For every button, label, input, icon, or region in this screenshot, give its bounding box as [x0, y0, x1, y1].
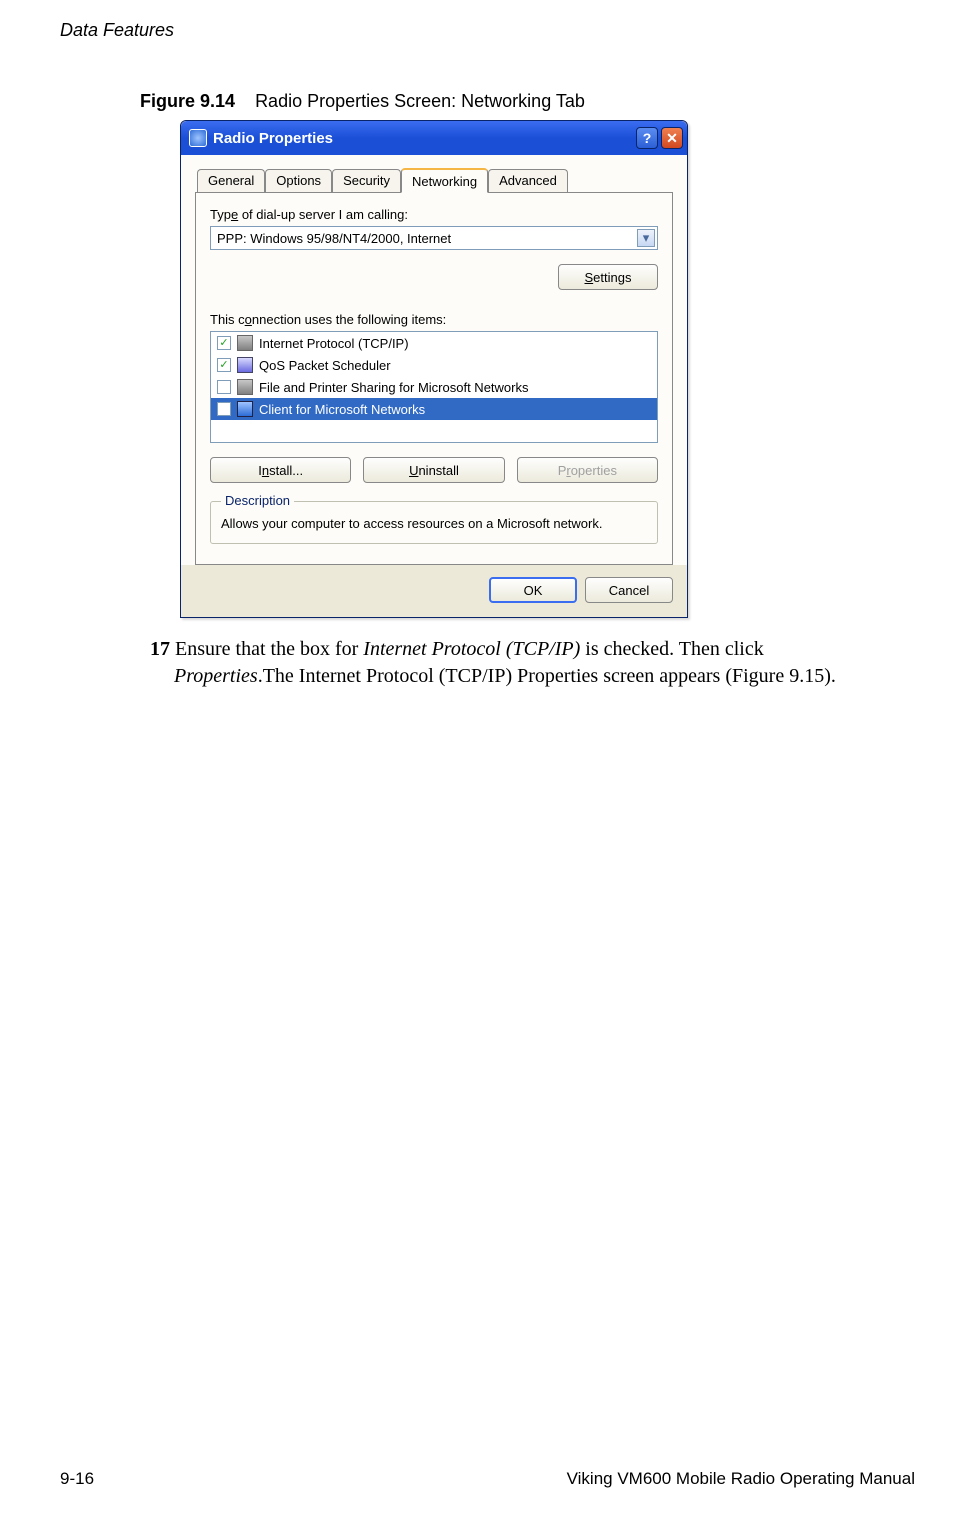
- figure-caption: Figure 9.14 Radio Properties Screen: Net…: [140, 91, 915, 112]
- scheduler-icon: [237, 357, 253, 373]
- checkbox-qos[interactable]: ✓: [217, 358, 231, 372]
- close-button[interactable]: ✕: [661, 127, 683, 149]
- description-text: Allows your computer to access resources…: [221, 516, 647, 531]
- server-type-dropdown[interactable]: PPP: Windows 95/98/NT4/2000, Internet ▾: [210, 226, 658, 250]
- install-button[interactable]: Install...: [210, 457, 351, 483]
- checkbox-client[interactable]: [217, 402, 231, 416]
- tab-security[interactable]: Security: [332, 169, 401, 193]
- ok-button[interactable]: OK: [489, 577, 577, 603]
- titlebar[interactable]: Radio Properties ? ✕: [181, 121, 687, 155]
- settings-button[interactable]: Settings: [558, 264, 658, 290]
- items-label: This connection uses the following items…: [210, 312, 658, 327]
- app-icon: [189, 129, 207, 147]
- tab-networking[interactable]: Networking: [401, 168, 488, 193]
- tab-advanced[interactable]: Advanced: [488, 169, 568, 193]
- manual-title: Viking VM600 Mobile Radio Operating Manu…: [567, 1469, 915, 1489]
- checkbox-fileprint[interactable]: [217, 380, 231, 394]
- dialog-footer: OK Cancel: [181, 565, 687, 617]
- help-button[interactable]: ?: [636, 127, 658, 149]
- list-item-label: QoS Packet Scheduler: [259, 358, 391, 373]
- properties-button[interactable]: Properties: [517, 457, 658, 483]
- cancel-button[interactable]: Cancel: [585, 577, 673, 603]
- list-item-qos[interactable]: ✓ QoS Packet Scheduler: [211, 354, 657, 376]
- list-item-label: Internet Protocol (TCP/IP): [259, 336, 409, 351]
- share-icon: [237, 379, 253, 395]
- list-item-label: Client for Microsoft Networks: [259, 402, 425, 417]
- tab-general[interactable]: General: [197, 169, 265, 193]
- description-group: Description Allows your computer to acce…: [210, 501, 658, 544]
- group-title: Description: [221, 493, 294, 508]
- chevron-down-icon[interactable]: ▾: [637, 229, 655, 247]
- step-number: 17: [150, 638, 170, 660]
- figure-number: Figure 9.14: [140, 91, 235, 111]
- client-icon: [237, 401, 253, 417]
- list-item-label: File and Printer Sharing for Microsoft N…: [259, 380, 528, 395]
- running-header: Data Features: [60, 20, 915, 41]
- server-type-label: Type of dial-up server I am calling:: [210, 207, 658, 222]
- uninstall-button[interactable]: Uninstall: [363, 457, 504, 483]
- step-17: 17 Ensure that the box for Internet Prot…: [150, 636, 875, 690]
- checkbox-tcpip[interactable]: ✓: [217, 336, 231, 350]
- list-item-client[interactable]: Client for Microsoft Networks: [211, 398, 657, 420]
- page-footer: 9-16 Viking VM600 Mobile Radio Operating…: [0, 1469, 975, 1489]
- page-number: 9-16: [60, 1469, 94, 1489]
- network-icon: [237, 335, 253, 351]
- list-item-tcpip[interactable]: ✓ Internet Protocol (TCP/IP): [211, 332, 657, 354]
- figure-title: Radio Properties Screen: Networking Tab: [255, 91, 585, 111]
- server-type-value: PPP: Windows 95/98/NT4/2000, Internet: [217, 231, 637, 246]
- window-title: Radio Properties: [213, 130, 633, 147]
- tab-options[interactable]: Options: [265, 169, 332, 193]
- tab-panel-networking: Type of dial-up server I am calling: PPP…: [195, 192, 673, 565]
- dialog-window: Radio Properties ? ✕ General Options Sec…: [180, 120, 688, 618]
- list-item-fileprint[interactable]: File and Printer Sharing for Microsoft N…: [211, 376, 657, 398]
- tab-strip: General Options Security Networking Adva…: [195, 169, 673, 193]
- components-listbox[interactable]: ✓ Internet Protocol (TCP/IP) ✓ QoS Packe…: [210, 331, 658, 443]
